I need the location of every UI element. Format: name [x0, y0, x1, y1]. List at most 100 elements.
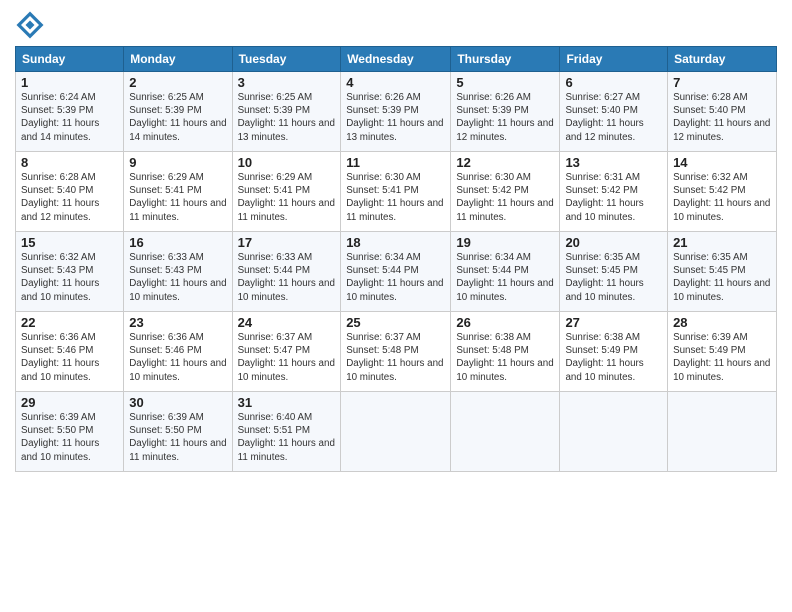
day-cell: 6Sunrise: 6:27 AMSunset: 5:40 PMDaylight…: [560, 72, 668, 152]
day-number: 21: [673, 235, 771, 250]
day-number: 10: [238, 155, 336, 170]
day-number: 27: [565, 315, 662, 330]
day-info: Sunrise: 6:37 AMSunset: 5:48 PMDaylight:…: [346, 331, 445, 384]
day-info: Sunrise: 6:39 AMSunset: 5:50 PMDaylight:…: [21, 411, 118, 464]
day-cell: 12Sunrise: 6:30 AMSunset: 5:42 PMDayligh…: [451, 152, 560, 232]
day-cell: 26Sunrise: 6:38 AMSunset: 5:48 PMDayligh…: [451, 312, 560, 392]
day-info: Sunrise: 6:35 AMSunset: 5:45 PMDaylight:…: [673, 251, 771, 304]
day-cell: 24Sunrise: 6:37 AMSunset: 5:47 PMDayligh…: [232, 312, 341, 392]
day-info: Sunrise: 6:24 AMSunset: 5:39 PMDaylight:…: [21, 91, 118, 144]
day-info: Sunrise: 6:26 AMSunset: 5:39 PMDaylight:…: [456, 91, 554, 144]
day-number: 28: [673, 315, 771, 330]
day-info: Sunrise: 6:36 AMSunset: 5:46 PMDaylight:…: [21, 331, 118, 384]
day-number: 31: [238, 395, 336, 410]
day-cell: 16Sunrise: 6:33 AMSunset: 5:43 PMDayligh…: [124, 232, 232, 312]
week-row-5: 29Sunrise: 6:39 AMSunset: 5:50 PMDayligh…: [16, 392, 777, 472]
day-cell: [451, 392, 560, 472]
day-number: 17: [238, 235, 336, 250]
day-info: Sunrise: 6:39 AMSunset: 5:49 PMDaylight:…: [673, 331, 771, 384]
day-number: 2: [129, 75, 226, 90]
week-row-4: 22Sunrise: 6:36 AMSunset: 5:46 PMDayligh…: [16, 312, 777, 392]
day-cell: 4Sunrise: 6:26 AMSunset: 5:39 PMDaylight…: [341, 72, 451, 152]
day-info: Sunrise: 6:34 AMSunset: 5:44 PMDaylight:…: [346, 251, 445, 304]
day-info: Sunrise: 6:35 AMSunset: 5:45 PMDaylight:…: [565, 251, 662, 304]
day-cell: 23Sunrise: 6:36 AMSunset: 5:46 PMDayligh…: [124, 312, 232, 392]
day-cell: 11Sunrise: 6:30 AMSunset: 5:41 PMDayligh…: [341, 152, 451, 232]
day-number: 26: [456, 315, 554, 330]
header-saturday: Saturday: [668, 47, 777, 72]
day-info: Sunrise: 6:36 AMSunset: 5:46 PMDaylight:…: [129, 331, 226, 384]
day-cell: 7Sunrise: 6:28 AMSunset: 5:40 PMDaylight…: [668, 72, 777, 152]
day-number: 13: [565, 155, 662, 170]
day-number: 22: [21, 315, 118, 330]
day-cell: 2Sunrise: 6:25 AMSunset: 5:39 PMDaylight…: [124, 72, 232, 152]
day-info: Sunrise: 6:38 AMSunset: 5:49 PMDaylight:…: [565, 331, 662, 384]
day-number: 19: [456, 235, 554, 250]
day-info: Sunrise: 6:25 AMSunset: 5:39 PMDaylight:…: [238, 91, 336, 144]
week-row-2: 8Sunrise: 6:28 AMSunset: 5:40 PMDaylight…: [16, 152, 777, 232]
day-number: 1: [21, 75, 118, 90]
day-info: Sunrise: 6:31 AMSunset: 5:42 PMDaylight:…: [565, 171, 662, 224]
day-info: Sunrise: 6:33 AMSunset: 5:44 PMDaylight:…: [238, 251, 336, 304]
day-cell: 13Sunrise: 6:31 AMSunset: 5:42 PMDayligh…: [560, 152, 668, 232]
day-number: 16: [129, 235, 226, 250]
day-cell: 18Sunrise: 6:34 AMSunset: 5:44 PMDayligh…: [341, 232, 451, 312]
day-info: Sunrise: 6:40 AMSunset: 5:51 PMDaylight:…: [238, 411, 336, 464]
day-number: 25: [346, 315, 445, 330]
day-info: Sunrise: 6:29 AMSunset: 5:41 PMDaylight:…: [129, 171, 226, 224]
day-number: 12: [456, 155, 554, 170]
header-friday: Friday: [560, 47, 668, 72]
day-cell: [560, 392, 668, 472]
logo-icon: [15, 10, 45, 40]
day-cell: 17Sunrise: 6:33 AMSunset: 5:44 PMDayligh…: [232, 232, 341, 312]
day-info: Sunrise: 6:34 AMSunset: 5:44 PMDaylight:…: [456, 251, 554, 304]
day-info: Sunrise: 6:38 AMSunset: 5:48 PMDaylight:…: [456, 331, 554, 384]
day-number: 14: [673, 155, 771, 170]
day-cell: 28Sunrise: 6:39 AMSunset: 5:49 PMDayligh…: [668, 312, 777, 392]
day-number: 5: [456, 75, 554, 90]
day-cell: 3Sunrise: 6:25 AMSunset: 5:39 PMDaylight…: [232, 72, 341, 152]
day-info: Sunrise: 6:30 AMSunset: 5:42 PMDaylight:…: [456, 171, 554, 224]
day-info: Sunrise: 6:32 AMSunset: 5:42 PMDaylight:…: [673, 171, 771, 224]
header-row: SundayMondayTuesdayWednesdayThursdayFrid…: [16, 47, 777, 72]
page-header: [15, 10, 777, 40]
day-cell: 27Sunrise: 6:38 AMSunset: 5:49 PMDayligh…: [560, 312, 668, 392]
day-cell: 14Sunrise: 6:32 AMSunset: 5:42 PMDayligh…: [668, 152, 777, 232]
day-info: Sunrise: 6:27 AMSunset: 5:40 PMDaylight:…: [565, 91, 662, 144]
day-info: Sunrise: 6:25 AMSunset: 5:39 PMDaylight:…: [129, 91, 226, 144]
calendar-table: SundayMondayTuesdayWednesdayThursdayFrid…: [15, 46, 777, 472]
day-cell: 8Sunrise: 6:28 AMSunset: 5:40 PMDaylight…: [16, 152, 124, 232]
day-cell: 19Sunrise: 6:34 AMSunset: 5:44 PMDayligh…: [451, 232, 560, 312]
day-cell: 29Sunrise: 6:39 AMSunset: 5:50 PMDayligh…: [16, 392, 124, 472]
day-cell: 20Sunrise: 6:35 AMSunset: 5:45 PMDayligh…: [560, 232, 668, 312]
day-number: 20: [565, 235, 662, 250]
day-info: Sunrise: 6:28 AMSunset: 5:40 PMDaylight:…: [21, 171, 118, 224]
day-cell: [341, 392, 451, 472]
header-wednesday: Wednesday: [341, 47, 451, 72]
week-row-3: 15Sunrise: 6:32 AMSunset: 5:43 PMDayligh…: [16, 232, 777, 312]
day-info: Sunrise: 6:37 AMSunset: 5:47 PMDaylight:…: [238, 331, 336, 384]
day-number: 30: [129, 395, 226, 410]
day-info: Sunrise: 6:28 AMSunset: 5:40 PMDaylight:…: [673, 91, 771, 144]
day-info: Sunrise: 6:26 AMSunset: 5:39 PMDaylight:…: [346, 91, 445, 144]
header-monday: Monday: [124, 47, 232, 72]
day-number: 24: [238, 315, 336, 330]
day-number: 23: [129, 315, 226, 330]
day-cell: 30Sunrise: 6:39 AMSunset: 5:50 PMDayligh…: [124, 392, 232, 472]
day-cell: 1Sunrise: 6:24 AMSunset: 5:39 PMDaylight…: [16, 72, 124, 152]
week-row-1: 1Sunrise: 6:24 AMSunset: 5:39 PMDaylight…: [16, 72, 777, 152]
header-tuesday: Tuesday: [232, 47, 341, 72]
day-number: 9: [129, 155, 226, 170]
day-cell: 31Sunrise: 6:40 AMSunset: 5:51 PMDayligh…: [232, 392, 341, 472]
day-number: 11: [346, 155, 445, 170]
day-cell: 9Sunrise: 6:29 AMSunset: 5:41 PMDaylight…: [124, 152, 232, 232]
day-number: 15: [21, 235, 118, 250]
day-number: 3: [238, 75, 336, 90]
day-info: Sunrise: 6:39 AMSunset: 5:50 PMDaylight:…: [129, 411, 226, 464]
day-info: Sunrise: 6:32 AMSunset: 5:43 PMDaylight:…: [21, 251, 118, 304]
day-number: 18: [346, 235, 445, 250]
calendar-page: SundayMondayTuesdayWednesdayThursdayFrid…: [0, 0, 792, 612]
header-thursday: Thursday: [451, 47, 560, 72]
day-info: Sunrise: 6:29 AMSunset: 5:41 PMDaylight:…: [238, 171, 336, 224]
day-number: 8: [21, 155, 118, 170]
